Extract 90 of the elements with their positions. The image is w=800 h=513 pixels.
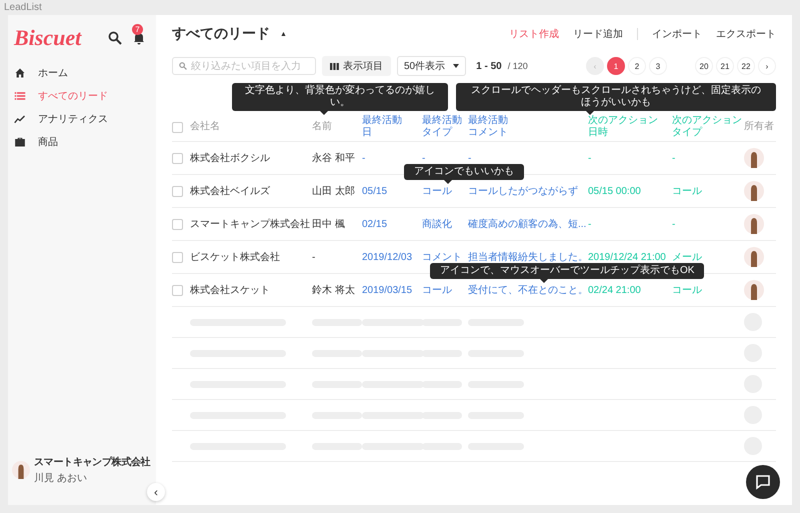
- bell-icon[interactable]: [132, 31, 146, 45]
- page-button[interactable]: 21: [716, 57, 734, 75]
- table-cell-text: -: [588, 218, 592, 230]
- table-cell-text: 山田 太郎: [312, 184, 356, 198]
- table-cell-text: -: [312, 252, 316, 262]
- chat-button[interactable]: [746, 465, 780, 499]
- range-label: 1 - 50: [476, 60, 502, 72]
- table-cell-text: -: [468, 152, 472, 164]
- table-cell-text: 鈴木 将太: [312, 284, 356, 297]
- table-cell-text: メール: [672, 251, 703, 264]
- table-cell-text: 02/15: [362, 218, 388, 230]
- search-icon: [179, 62, 187, 70]
- column-header[interactable]: 最終活動 タイプ: [422, 115, 468, 139]
- table-cell-text: -: [588, 152, 592, 164]
- table-cell-text: 2019/12/03: [362, 252, 414, 262]
- nav-item[interactable]: アナリティクス: [8, 107, 156, 130]
- table-cell-text: コール: [422, 284, 453, 297]
- checkbox[interactable]: [172, 122, 183, 132]
- table-cell-text: 02/24 21:00: [588, 284, 642, 296]
- page-size-select[interactable]: 50件表示: [397, 56, 466, 76]
- action-link[interactable]: リード追加: [573, 27, 623, 41]
- table-cell-text: -: [672, 152, 676, 164]
- avatar-icon: [744, 214, 764, 234]
- table-cell-text: 株式会社ベイルズ: [190, 184, 271, 198]
- table-cell-text: -: [672, 218, 676, 230]
- nav-item[interactable]: 商品: [8, 130, 156, 153]
- tooltip: アイコンで、マウスオーバーでツールチップ表示でもOK: [430, 263, 704, 283]
- avatar-icon: [744, 247, 764, 267]
- table-cell-text: 商談化: [422, 218, 453, 231]
- nav-item[interactable]: ホーム: [8, 61, 156, 84]
- avatar-icon: [12, 461, 30, 479]
- list-icon: [14, 90, 26, 102]
- line-chart-icon: [14, 112, 26, 124]
- page-title: すべてのリード: [172, 25, 270, 43]
- table-cell-text: 株式会社ボクシル: [190, 152, 271, 165]
- tooltip: アイコンでもいいかも: [404, 164, 524, 184]
- tooltip: 文字色より、背景色が変わってるのが嬉しい。: [232, 83, 448, 115]
- chat-icon: [755, 474, 771, 490]
- checkbox[interactable]: [172, 218, 183, 230]
- table-cell-text: 05/15: [362, 186, 388, 196]
- table-cell-text: コール: [672, 185, 703, 198]
- action-link[interactable]: リスト作成: [509, 27, 559, 41]
- table-cell-text: ビスケット株式会社: [190, 250, 281, 264]
- company-name: スマートキャンプ株式会社: [34, 455, 150, 469]
- table-cell-text: 田中 楓: [312, 218, 346, 231]
- table-cell-text: 担当者情報紛失しました。: [468, 250, 588, 264]
- next-page-button[interactable]: ›: [758, 57, 776, 75]
- logo: Biscuet: [14, 25, 82, 51]
- home-icon: [14, 66, 26, 78]
- table-cell-text: コール: [672, 284, 703, 297]
- page-button[interactable]: 1: [607, 57, 625, 75]
- app-title: LeadList: [3, 1, 43, 15]
- table-cell-text: 2019/12/24 21:00: [588, 252, 667, 262]
- table-cell-text: スマートキャンプ株式会社: [190, 218, 311, 231]
- table-cell-text: コール: [422, 185, 453, 198]
- caret-icon: [453, 64, 460, 68]
- table-cell-text: 2019/03/15: [362, 284, 414, 296]
- table-cell-text: 株式会社スケット: [190, 284, 271, 297]
- action-link[interactable]: インポート: [652, 27, 702, 41]
- checkbox[interactable]: [172, 152, 183, 164]
- table-cell-text: -: [362, 152, 366, 164]
- collapse-button[interactable]: ‹: [147, 483, 165, 501]
- columns-icon: [330, 62, 339, 70]
- columns-button[interactable]: 表示項目: [322, 56, 391, 76]
- page-button[interactable]: 20: [695, 57, 713, 75]
- checkbox[interactable]: [172, 186, 183, 196]
- table-cell-text: 受付にて、不在とのこと。: [468, 284, 588, 297]
- page-button[interactable]: 2: [628, 57, 646, 75]
- column-header[interactable]: 最終活動 日: [362, 115, 422, 139]
- page-button[interactable]: 3: [649, 57, 667, 75]
- table-cell-text: -: [422, 152, 426, 164]
- user-name: 川見 あおい: [34, 472, 88, 485]
- table-cell-text: 永谷 和平: [312, 152, 356, 165]
- table-cell-text: コメント: [422, 251, 463, 264]
- page-button[interactable]: 22: [737, 57, 755, 75]
- avatar-icon: [744, 280, 764, 300]
- table-cell-text: 05/15 00:00: [588, 186, 642, 196]
- checkbox[interactable]: [172, 284, 183, 296]
- checkbox[interactable]: [172, 252, 183, 262]
- action-link[interactable]: エクスポート: [716, 27, 776, 41]
- briefcase-icon: [14, 136, 26, 148]
- table-cell-text: コールしたがつながらず: [468, 184, 579, 198]
- avatar-icon: [744, 148, 764, 168]
- tooltip: スクロールでヘッダーもスクロールされちゃうけど、固定表示のほうがいいかも: [456, 83, 776, 115]
- avatar-icon: [744, 181, 764, 201]
- table-cell-text: 確度高めの顧客の為、短...: [468, 218, 588, 231]
- column-header[interactable]: 最終活動 コメント: [468, 115, 588, 139]
- notification-badge: 7: [132, 24, 143, 35]
- total-label: / 120: [508, 61, 528, 71]
- search-icon[interactable]: [108, 31, 122, 45]
